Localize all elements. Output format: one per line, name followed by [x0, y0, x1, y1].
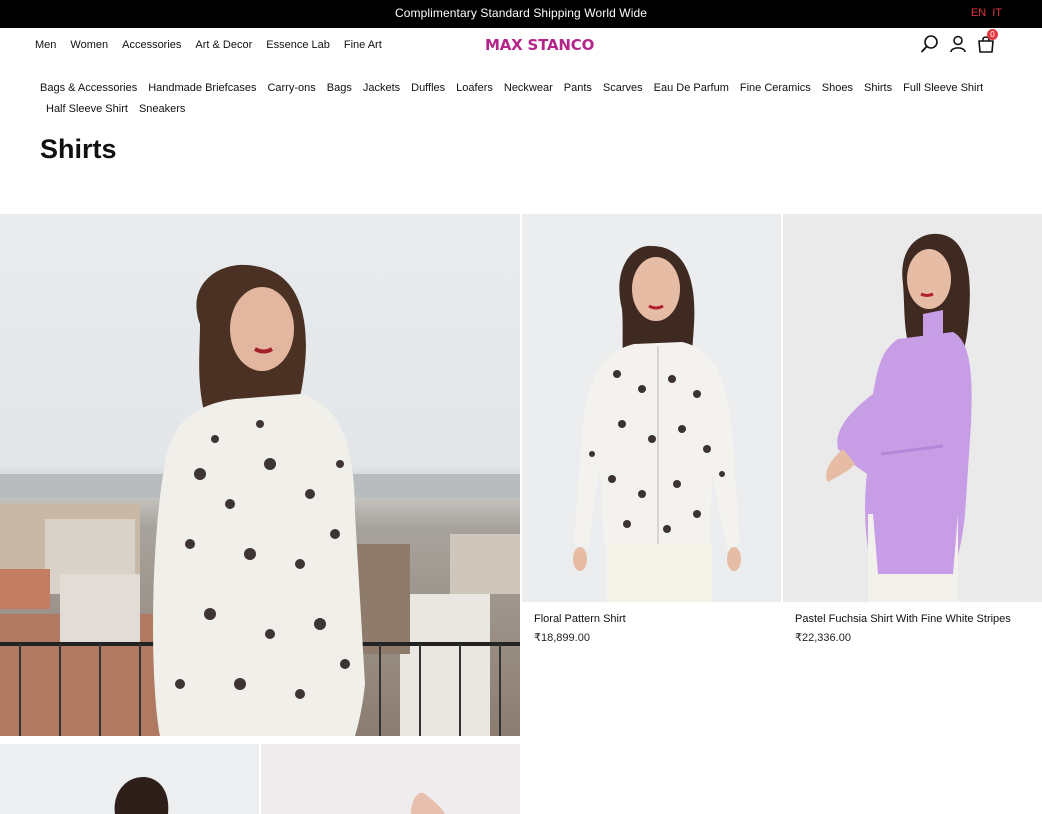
- lang-it-link[interactable]: IT: [992, 7, 1002, 19]
- category-neckwear[interactable]: Neckwear: [504, 78, 553, 99]
- announcement-text: Complimentary Standard Shipping World Wi…: [394, 6, 648, 20]
- category-loafers[interactable]: Loafers: [456, 78, 493, 99]
- nav-item-art-decor[interactable]: Art & Decor: [195, 39, 252, 51]
- category-eau-de-parfum[interactable]: Eau De Parfum: [654, 78, 729, 99]
- product-card-image[interactable]: [0, 744, 259, 814]
- category-shoes[interactable]: Shoes: [822, 78, 853, 99]
- product-card-image[interactable]: [261, 744, 520, 814]
- cart-count-badge: 0: [987, 29, 998, 40]
- category-duffles[interactable]: Duffles: [411, 78, 445, 99]
- category-shirts[interactable]: Shirts: [864, 78, 892, 99]
- product-card-fuchsia-shirt-image[interactable]: [783, 214, 1042, 602]
- category-handmade-briefcases[interactable]: Handmade Briefcases: [148, 78, 256, 99]
- product-photo: [114, 776, 169, 814]
- cart-icon[interactable]: 0: [976, 29, 998, 54]
- page-title: Shirts: [40, 134, 117, 164]
- category-scarves[interactable]: Scarves: [603, 78, 643, 99]
- product-name[interactable]: Floral Pattern Shirt: [534, 613, 626, 625]
- product-name[interactable]: Pastel Fuchsia Shirt With Fine White Str…: [795, 613, 1011, 625]
- user-icon[interactable]: [948, 34, 968, 54]
- product-card-floral-shirt-image[interactable]: [522, 214, 781, 602]
- category-bags-accessories[interactable]: Bags & Accessories: [40, 78, 137, 99]
- search-icon[interactable]: [920, 34, 940, 54]
- announcement-bar: Complimentary Standard Shipping World Wi…: [0, 0, 1042, 28]
- featured-product-image[interactable]: [0, 214, 520, 736]
- category-carry-ons[interactable]: Carry-ons: [267, 78, 315, 99]
- nav-item-accessories[interactable]: Accessories: [122, 39, 181, 51]
- language-switcher: EN IT: [968, 7, 1002, 19]
- category-half-sleeve-shirt[interactable]: Half Sleeve Shirt: [46, 99, 128, 120]
- product-price: ₹22,336.00: [795, 632, 851, 644]
- category-row-2: Half Sleeve Shirt Sneakers: [46, 99, 196, 120]
- category-sneakers[interactable]: Sneakers: [139, 99, 185, 120]
- fuchsia-shirt-photo: [826, 233, 972, 602]
- header-actions: 0: [920, 29, 998, 54]
- featured-photo: [0, 264, 520, 736]
- product-photo: [411, 792, 445, 814]
- lang-en-link[interactable]: EN: [971, 7, 986, 19]
- nav-item-women[interactable]: Women: [70, 39, 108, 51]
- category-bags[interactable]: Bags: [327, 78, 352, 99]
- floral-shirt-photo: [573, 245, 741, 602]
- category-full-sleeve-shirt[interactable]: Full Sleeve Shirt: [903, 78, 983, 99]
- nav-item-men[interactable]: Men: [35, 39, 56, 51]
- product-price: ₹18,899.00: [534, 632, 590, 644]
- nav-item-essence-lab[interactable]: Essence Lab: [266, 39, 330, 51]
- nav-item-fine-art[interactable]: Fine Art: [344, 39, 382, 51]
- category-jackets[interactable]: Jackets: [363, 78, 400, 99]
- main-nav: Men Women Accessories Art & Decor Essenc…: [35, 39, 396, 51]
- category-nav: Bags & Accessories Handmade Briefcases C…: [40, 78, 1000, 115]
- category-pants[interactable]: Pants: [564, 78, 592, 99]
- brand-logo[interactable]: MAX STANCO: [485, 36, 594, 54]
- category-row-1: Bags & Accessories Handmade Briefcases C…: [40, 78, 1000, 99]
- site-header: Men Women Accessories Art & Decor Essenc…: [0, 28, 1042, 64]
- category-fine-ceramics[interactable]: Fine Ceramics: [740, 78, 811, 99]
